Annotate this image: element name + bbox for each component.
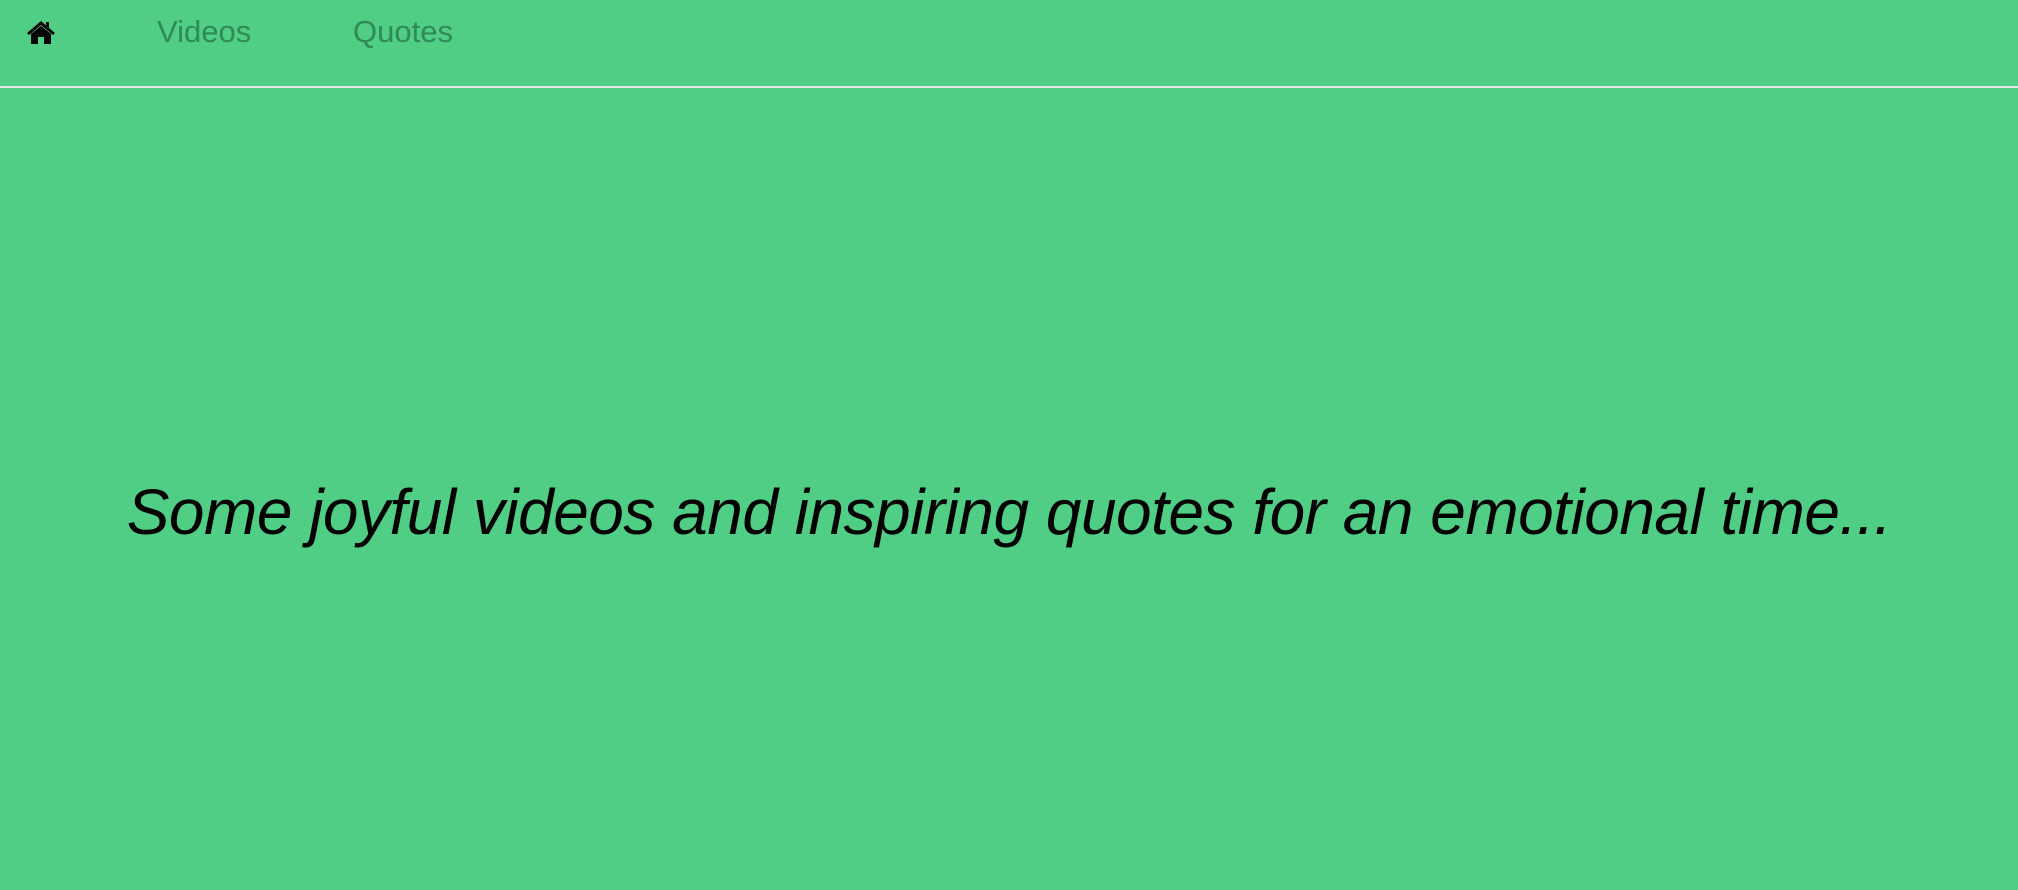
home-icon	[27, 21, 55, 44]
nav-link-videos[interactable]: Videos	[157, 14, 251, 50]
tagline: Some joyful videos and inspiring quotes …	[126, 476, 1892, 548]
home-link[interactable]	[26, 19, 56, 45]
top-nav: Videos Quotes	[0, 0, 2018, 88]
nav-link-quotes[interactable]: Quotes	[353, 14, 453, 50]
